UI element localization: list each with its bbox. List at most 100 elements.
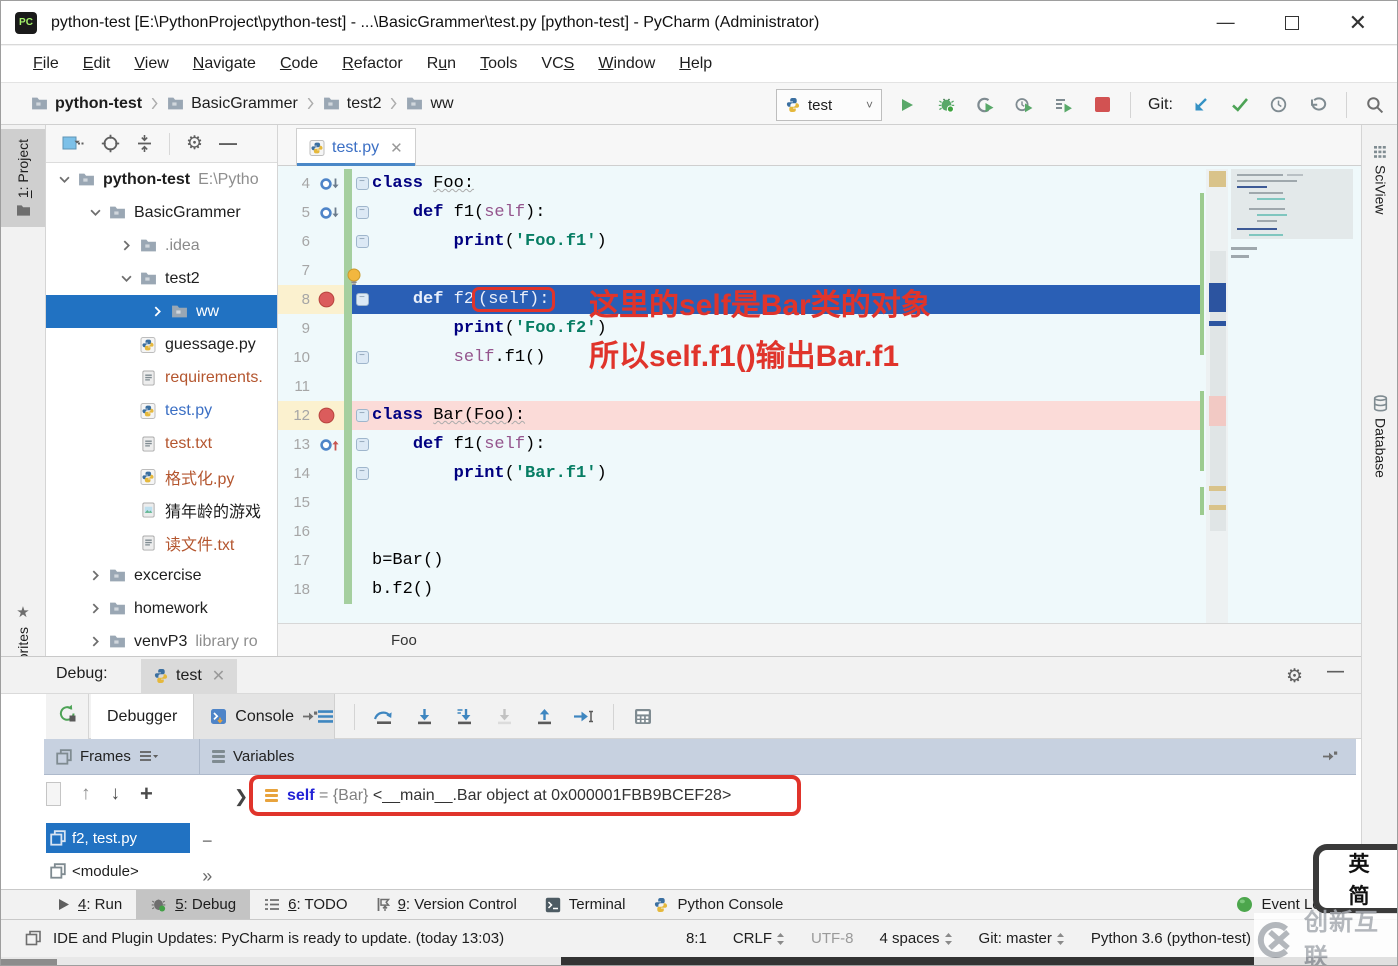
- status-item-crlf[interactable]: CRLF: [733, 930, 785, 947]
- status-item-4-spaces[interactable]: 4 spaces: [880, 930, 953, 947]
- editor-tab-testpy[interactable]: test.py ✕: [296, 128, 416, 166]
- tree-item-python-test[interactable]: python-testE:\Pytho: [46, 163, 277, 196]
- locate-file-button[interactable]: [101, 134, 120, 153]
- close-button[interactable]: ✕: [1349, 10, 1367, 36]
- fold-marker[interactable]: −: [352, 169, 372, 198]
- menu-item-vcs[interactable]: VCS: [531, 51, 584, 77]
- code-text[interactable]: b.f2(): [372, 575, 1201, 604]
- rerun-button[interactable]: [56, 702, 78, 724]
- variables-pane-header[interactable]: Variables: [200, 739, 306, 775]
- tree-item-homework[interactable]: homework: [46, 592, 277, 625]
- tool-tab-database[interactable]: Database: [1362, 387, 1398, 486]
- chevron-right-icon[interactable]: [146, 306, 168, 317]
- chevron-right-icon[interactable]: [84, 570, 106, 581]
- tree-item-猜年龄的游戏[interactable]: 猜年龄的游戏: [46, 493, 277, 526]
- tree-item-.idea[interactable]: .idea: [46, 229, 277, 262]
- view-mode-button[interactable]: [62, 135, 85, 152]
- tree-item-格式化.py[interactable]: 格式化.py: [46, 460, 277, 493]
- variable-row[interactable]: self = {Bar} <__main__.Bar object at 0x0…: [249, 775, 801, 816]
- tool-tab-9-version-control[interactable]: 9: Version Control: [362, 890, 531, 920]
- chevron-down-icon[interactable]: [84, 207, 106, 218]
- evaluate-expression-icon[interactable]: [632, 706, 654, 728]
- chevron-down-icon[interactable]: [53, 174, 75, 185]
- step-out-icon[interactable]: [533, 706, 555, 728]
- run-configurations-icon[interactable]: [1052, 94, 1074, 116]
- tree-item-excercise[interactable]: excercise: [46, 559, 277, 592]
- rollback-icon[interactable]: [1307, 94, 1329, 116]
- force-step-into-icon[interactable]: [453, 706, 475, 728]
- expand-variable-chevron[interactable]: ❯: [234, 787, 248, 807]
- run-configuration-select[interactable]: test ˅: [776, 89, 882, 121]
- close-session-icon[interactable]: ✕: [212, 666, 225, 686]
- fold-marker[interactable]: −: [352, 459, 372, 488]
- fold-marker[interactable]: −: [352, 430, 372, 459]
- close-tab-icon[interactable]: ✕: [390, 139, 403, 157]
- menu-item-navigate[interactable]: Navigate: [183, 51, 266, 77]
- chevron-right-icon[interactable]: [84, 636, 106, 647]
- menu-item-window[interactable]: Window: [588, 51, 665, 77]
- tree-item-test.py[interactable]: test.py: [46, 394, 277, 427]
- run-to-cursor-icon[interactable]: [573, 706, 595, 728]
- run-icon[interactable]: [896, 94, 918, 116]
- commit-icon[interactable]: [1229, 94, 1251, 116]
- breakpoint-icon[interactable]: [318, 285, 344, 314]
- menu-item-run[interactable]: Run: [417, 51, 466, 77]
- code-text[interactable]: print('Foo.f1'): [372, 227, 1201, 256]
- status-item-8-1[interactable]: 8:1: [686, 930, 707, 947]
- tree-item-test.txt[interactable]: test.txt: [46, 427, 277, 460]
- menu-item-tools[interactable]: Tools: [470, 51, 527, 77]
- code-text[interactable]: b=Bar(): [372, 546, 1201, 575]
- fold-marker[interactable]: −: [352, 227, 372, 256]
- menu-item-edit[interactable]: Edit: [73, 51, 121, 77]
- breadcrumb-item-BasicGrammer[interactable]: BasicGrammer: [167, 95, 298, 113]
- updates-icon[interactable]: [25, 930, 42, 946]
- add-watch-button[interactable]: +: [140, 781, 153, 807]
- more-watches-button[interactable]: »: [202, 866, 212, 887]
- collapse-all-button[interactable]: [136, 134, 153, 153]
- editor-scrollbar[interactable]: [1206, 169, 1228, 623]
- code-text[interactable]: [372, 517, 1201, 546]
- code-text[interactable]: print('Bar.f1'): [372, 459, 1201, 488]
- code-text[interactable]: def f1(self):: [372, 430, 1201, 459]
- step-over-icon[interactable]: [373, 706, 395, 728]
- hide-panel-button[interactable]: —: [219, 133, 237, 154]
- show-execution-point-icon[interactable]: [314, 706, 336, 728]
- minimize-button[interactable]: —: [1217, 12, 1235, 33]
- profiler-icon[interactable]: [974, 94, 996, 116]
- gear-icon[interactable]: ⚙: [186, 132, 203, 155]
- update-project-icon[interactable]: [1190, 94, 1212, 116]
- tree-item-requirements.[interactable]: requirements.: [46, 361, 277, 394]
- menu-item-refactor[interactable]: Refactor: [332, 51, 412, 77]
- step-into-icon[interactable]: [413, 706, 435, 728]
- status-item-utf-8[interactable]: UTF-8: [811, 930, 854, 947]
- previous-frame-button[interactable]: ↑: [81, 783, 91, 805]
- tool-tab-project[interactable]: 1: Project: [1, 129, 45, 227]
- status-item-python-3-6-python-test-[interactable]: Python 3.6 (python-test): [1091, 930, 1251, 947]
- tree-item-test2[interactable]: test2: [46, 262, 277, 295]
- tree-item-ww[interactable]: ww: [46, 295, 277, 328]
- fold-marker[interactable]: −: [352, 343, 372, 372]
- menu-item-view[interactable]: View: [124, 51, 178, 77]
- debug-icon[interactable]: [935, 94, 957, 116]
- debug-settings-gear-icon[interactable]: ⚙: [1286, 665, 1303, 688]
- tree-item-venvP3[interactable]: venvP3library ro: [46, 625, 277, 655]
- code-text[interactable]: def f1(self):: [372, 198, 1201, 227]
- menu-item-help[interactable]: Help: [669, 51, 722, 77]
- history-icon[interactable]: [1268, 94, 1290, 116]
- code-text[interactable]: [372, 372, 1201, 401]
- menu-item-code[interactable]: Code: [270, 51, 328, 77]
- tool-tab-terminal[interactable]: Terminal: [531, 890, 640, 920]
- code-text[interactable]: class Foo:: [372, 169, 1201, 198]
- frame-item[interactable]: f2, test.py: [46, 823, 190, 853]
- tool-tab-sciview[interactable]: SciView: [1362, 137, 1398, 223]
- tree-item-guessage.py[interactable]: guessage.py: [46, 328, 277, 361]
- menu-item-file[interactable]: File: [23, 51, 69, 77]
- tool-tab-4-run[interactable]: 4: Run: [43, 890, 136, 920]
- step-out-block-icon[interactable]: [493, 706, 515, 728]
- code-text[interactable]: class Bar(Foo):: [372, 401, 1201, 430]
- tree-item-BasicGrammer[interactable]: BasicGrammer: [46, 196, 277, 229]
- chevron-right-icon[interactable]: [84, 603, 106, 614]
- breadcrumb-item-python-test[interactable]: python-test: [31, 95, 142, 113]
- next-frame-button[interactable]: ↓: [111, 783, 121, 805]
- code-editor[interactable]: 4−class Foo:5− def f1(self):6− print('Fo…: [278, 169, 1201, 604]
